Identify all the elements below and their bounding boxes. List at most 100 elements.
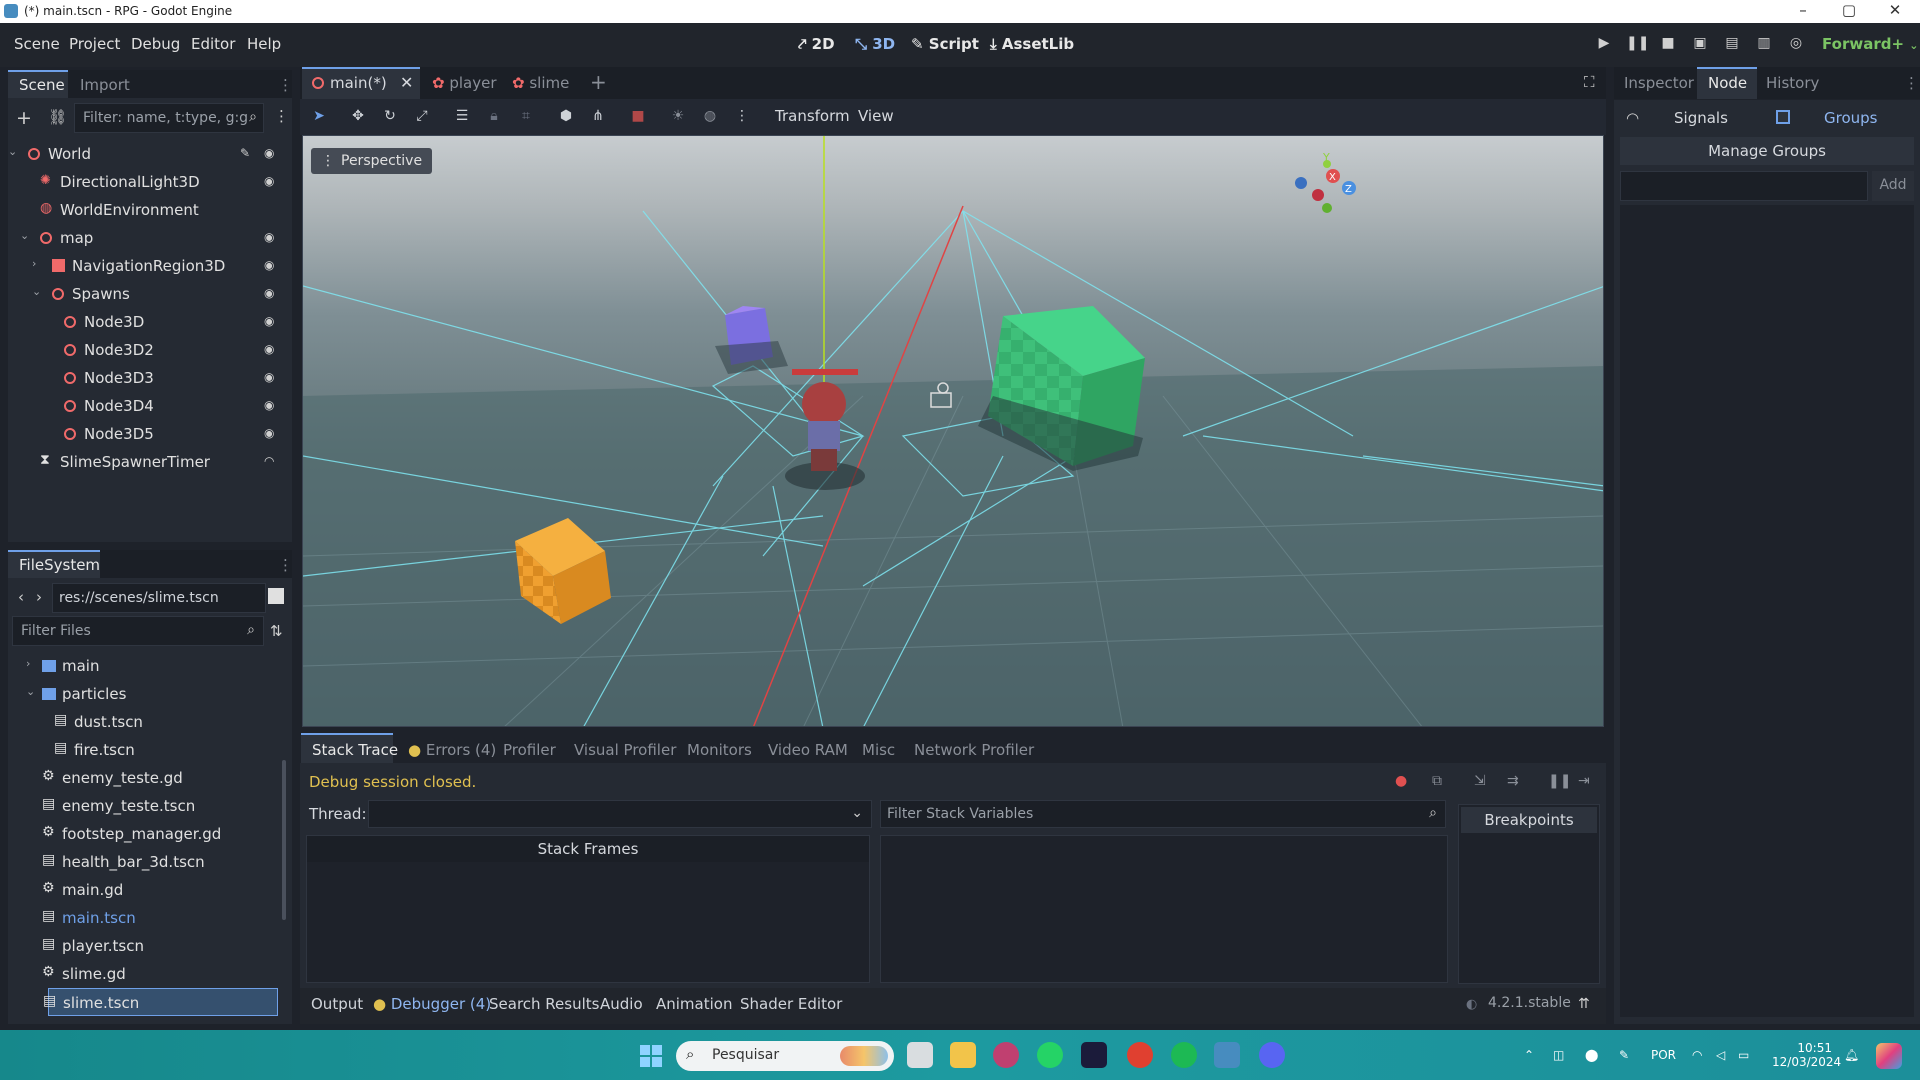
scene-tree-item[interactable]: ⌄ map ◉ <box>8 224 288 252</box>
maximize-button[interactable]: ▢ <box>1826 1 1872 19</box>
workspace-script-button[interactable]: ✎ Script <box>911 35 979 53</box>
camera-override-icon[interactable]: ■ <box>630 108 646 124</box>
visibility-eye-icon[interactable]: ◉ <box>264 314 278 328</box>
path-field[interactable]: res://scenes/slime.tscn <box>52 583 266 613</box>
expand-panel-icon[interactable]: ⇈ <box>1578 996 1590 1012</box>
chevron-down-icon[interactable]: ⌄ <box>20 229 29 242</box>
visibility-eye-icon[interactable]: ◉ <box>264 370 278 384</box>
chevron-up-icon[interactable]: ⌃ <box>1524 1048 1534 1062</box>
file-list-item[interactable]: ▤ player.tscn <box>8 932 278 960</box>
break-icon[interactable]: ❚❚ <box>1548 773 1571 789</box>
scene-tree-item[interactable]: ◍ WorldEnvironment <box>8 196 288 224</box>
tab-network-profiler[interactable]: Network Profiler <box>914 741 1034 759</box>
tab-shader-editor[interactable]: Shader Editor <box>740 995 842 1013</box>
add-group-button[interactable]: Add <box>1872 171 1914 201</box>
chevron-down-icon[interactable]: ⌄ <box>26 685 35 698</box>
pen-icon[interactable]: ✎ <box>1619 1048 1629 1062</box>
file-list-item[interactable]: ▤ health_bar_3d.tscn <box>8 848 278 876</box>
discord-icon[interactable] <box>1259 1042 1285 1068</box>
move-tool-icon[interactable]: ✥ <box>350 108 366 124</box>
visibility-eye-icon[interactable]: ◉ <box>264 342 278 356</box>
add-node-icon[interactable]: + <box>16 107 32 129</box>
local-space-icon[interactable]: ⬢ <box>558 108 574 124</box>
tab-player[interactable]: ✿ player <box>432 74 497 92</box>
sun-icon[interactable]: ☀ <box>670 108 686 124</box>
pause-icon[interactable]: ❚❚ <box>1626 35 1649 55</box>
scene-filter-input[interactable]: Filter: name, t:type, g:g ⌕ <box>74 103 264 133</box>
file-list-item[interactable]: ⚙ enemy_teste.gd <box>8 764 278 792</box>
3d-viewport[interactable]: Y X Z ⋮ Perspective <box>302 135 1604 727</box>
wifi-icon[interactable]: ◠ <box>1692 1048 1702 1062</box>
minimize-button[interactable]: – <box>1780 1 1826 19</box>
link-icon[interactable]: ⛓ <box>48 108 67 126</box>
record-icon[interactable]: ● <box>1395 773 1407 789</box>
scene-tree-item[interactable]: ✺ DirectionalLight3D ◉ <box>8 168 288 196</box>
chevron-right-icon[interactable]: › <box>26 657 30 670</box>
tray-app-icon[interactable]: ◫ <box>1553 1048 1564 1062</box>
workspace-assetlib-button[interactable]: ⤓ AssetLib <box>990 35 1074 53</box>
distraction-free-icon[interactable]: ⛶ <box>1584 73 1595 91</box>
visibility-eye-icon[interactable]: ◉ <box>264 398 278 412</box>
tab-import[interactable]: Import <box>80 76 130 94</box>
menu-project[interactable]: Project <box>69 35 120 53</box>
chevron-right-icon[interactable]: › <box>32 257 36 270</box>
task-view-icon[interactable] <box>907 1042 933 1068</box>
file-list-item[interactable]: ⚙ main.gd <box>8 876 278 904</box>
groups-tab[interactable]: Groups <box>1824 109 1877 127</box>
lock-icon[interactable]: 🔒︎ <box>486 108 502 124</box>
clock[interactable]: 10:51 12/03/2024 <box>1772 1041 1841 1069</box>
select-tool-icon[interactable]: ➤ <box>311 108 327 124</box>
chevron-down-icon[interactable]: ⌄ <box>32 285 41 298</box>
file-list-item[interactable]: ⌄ particles <box>8 680 278 708</box>
transform-menu[interactable]: Transform <box>775 107 850 125</box>
play-icon[interactable]: ▶ <box>1594 35 1614 55</box>
dock-menu-icon[interactable]: ⋮ <box>1904 74 1919 92</box>
language-indicator[interactable]: POR <box>1651 1048 1676 1062</box>
tab-video-ram[interactable]: Video RAM <box>768 741 848 759</box>
dock-menu-icon[interactable]: ⋮ <box>278 76 293 94</box>
tab-animation[interactable]: Animation <box>656 995 732 1013</box>
file-list-item[interactable]: ▤ dust.tscn <box>8 708 278 736</box>
scene-tree-item[interactable]: ⧗ SlimeSpawnerTimer ◠ <box>8 448 288 476</box>
forward-icon[interactable]: › <box>36 588 42 606</box>
tab-errors[interactable]: ● Errors (4) <box>408 741 496 759</box>
back-icon[interactable]: ‹ <box>18 588 24 606</box>
menu-scene[interactable]: Scene <box>14 35 60 53</box>
add-tab-icon[interactable]: + <box>590 70 607 94</box>
tab-output[interactable]: Output <box>311 995 363 1013</box>
workspace-3d-button[interactable]: ⤡ 3D <box>855 35 895 53</box>
tab-node[interactable]: Node <box>1708 74 1747 92</box>
chrome-icon[interactable] <box>1127 1042 1153 1068</box>
scrollbar[interactable] <box>282 760 286 920</box>
file-list-item[interactable]: ▤ fire.tscn <box>8 736 278 764</box>
menu-debug[interactable]: Debug <box>131 35 180 53</box>
scene-tree-item[interactable]: Node3D4 ◉ <box>8 392 288 420</box>
tab-misc[interactable]: Misc <box>862 741 895 759</box>
file-explorer-icon[interactable] <box>950 1042 976 1068</box>
list-select-icon[interactable]: ☰ <box>454 108 470 124</box>
chevron-down-icon[interactable]: ⌄ <box>8 145 17 158</box>
copy-icon[interactable]: ⧉ <box>1432 773 1442 789</box>
close-tab-icon[interactable]: ✕ <box>400 73 413 92</box>
battery-icon[interactable]: ▭ <box>1738 1048 1749 1062</box>
renderer-select[interactable]: Forward+ ⌄ <box>1822 35 1918 53</box>
scene-tree-item[interactable]: Node3D3 ◉ <box>8 364 288 392</box>
whatsapp-icon[interactable] <box>1037 1042 1063 1068</box>
thread-select[interactable]: ⌄ <box>368 800 872 828</box>
scene-menu-icon[interactable]: ⋮ <box>274 107 289 125</box>
notification-icon[interactable]: 🔔︎ <box>1844 1048 1859 1062</box>
tab-monitors[interactable]: Monitors <box>687 741 752 759</box>
split-mode-icon[interactable] <box>268 588 284 604</box>
taskbar-search[interactable]: ⌕ Pesquisar <box>676 1041 894 1071</box>
scene-tree-item[interactable]: ⌄ World ✎ ◉ <box>8 140 288 168</box>
group-icon[interactable]: ⌗ <box>518 108 534 124</box>
scene-tree-item[interactable]: Node3D2 ◉ <box>8 336 288 364</box>
spotify-icon[interactable] <box>1171 1042 1197 1068</box>
step-over-icon[interactable]: ⇉ <box>1507 773 1519 789</box>
visibility-eye-icon[interactable]: ◉ <box>264 146 278 160</box>
tab-history[interactable]: History <box>1766 74 1819 92</box>
volume-icon[interactable]: ◁ <box>1716 1048 1725 1062</box>
continue-icon[interactable]: ⇥ <box>1578 773 1590 789</box>
visibility-eye-icon[interactable]: ◉ <box>264 286 278 300</box>
tab-profiler[interactable]: Profiler <box>503 741 556 759</box>
